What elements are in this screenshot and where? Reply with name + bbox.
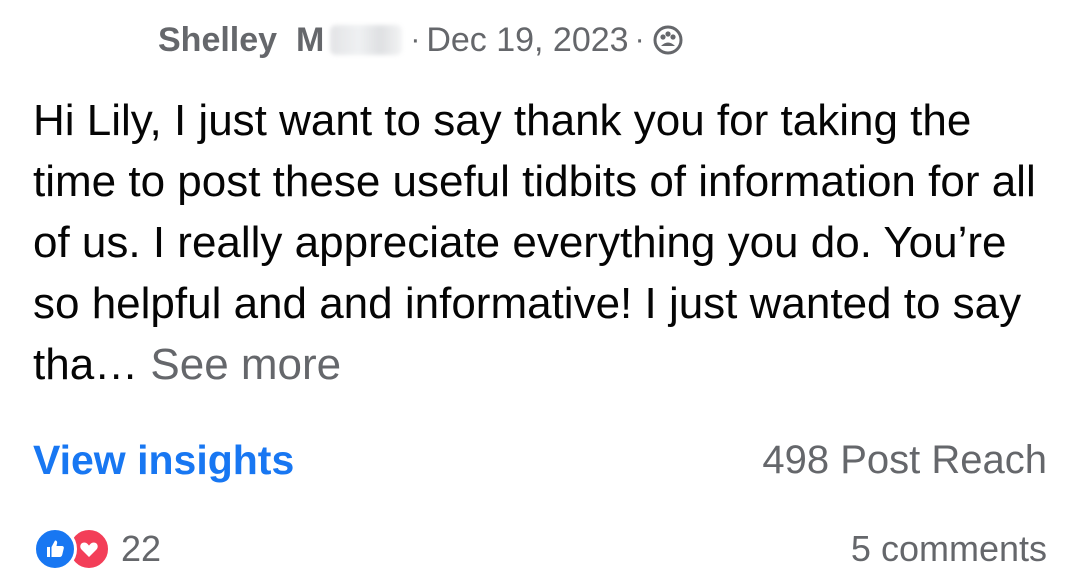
redacted-name-blur [330,25,403,55]
author-name[interactable]: Shelley M [158,21,324,60]
post-meta: Shelley M · Dec 19, 2023 · [158,18,683,62]
post-reach-label: 498 Post Reach [762,437,1047,482]
meta-separator: · [410,23,421,56]
view-insights-link[interactable]: View insights [33,437,294,484]
group-icon [653,25,683,55]
post-body: Hi Lily, I just want to say thank you fo… [33,90,1053,395]
like-icon [33,527,77,571]
meta-separator-2: · [634,23,645,56]
engagement-row: 22 5 comments [33,526,1047,572]
author-last-initial: M [295,20,325,59]
author-first-name: Shelley [158,20,278,59]
previous-content-cutoff [0,0,1080,6]
post-date[interactable]: Dec 19, 2023 [426,21,628,60]
comments-count-link[interactable]: 5 comments [851,528,1047,570]
reactions-summary[interactable]: 22 [33,527,161,571]
reaction-count: 22 [121,528,162,569]
see-more-link[interactable]: See more [150,340,341,389]
insights-row: View insights 498 Post Reach [33,432,1047,488]
